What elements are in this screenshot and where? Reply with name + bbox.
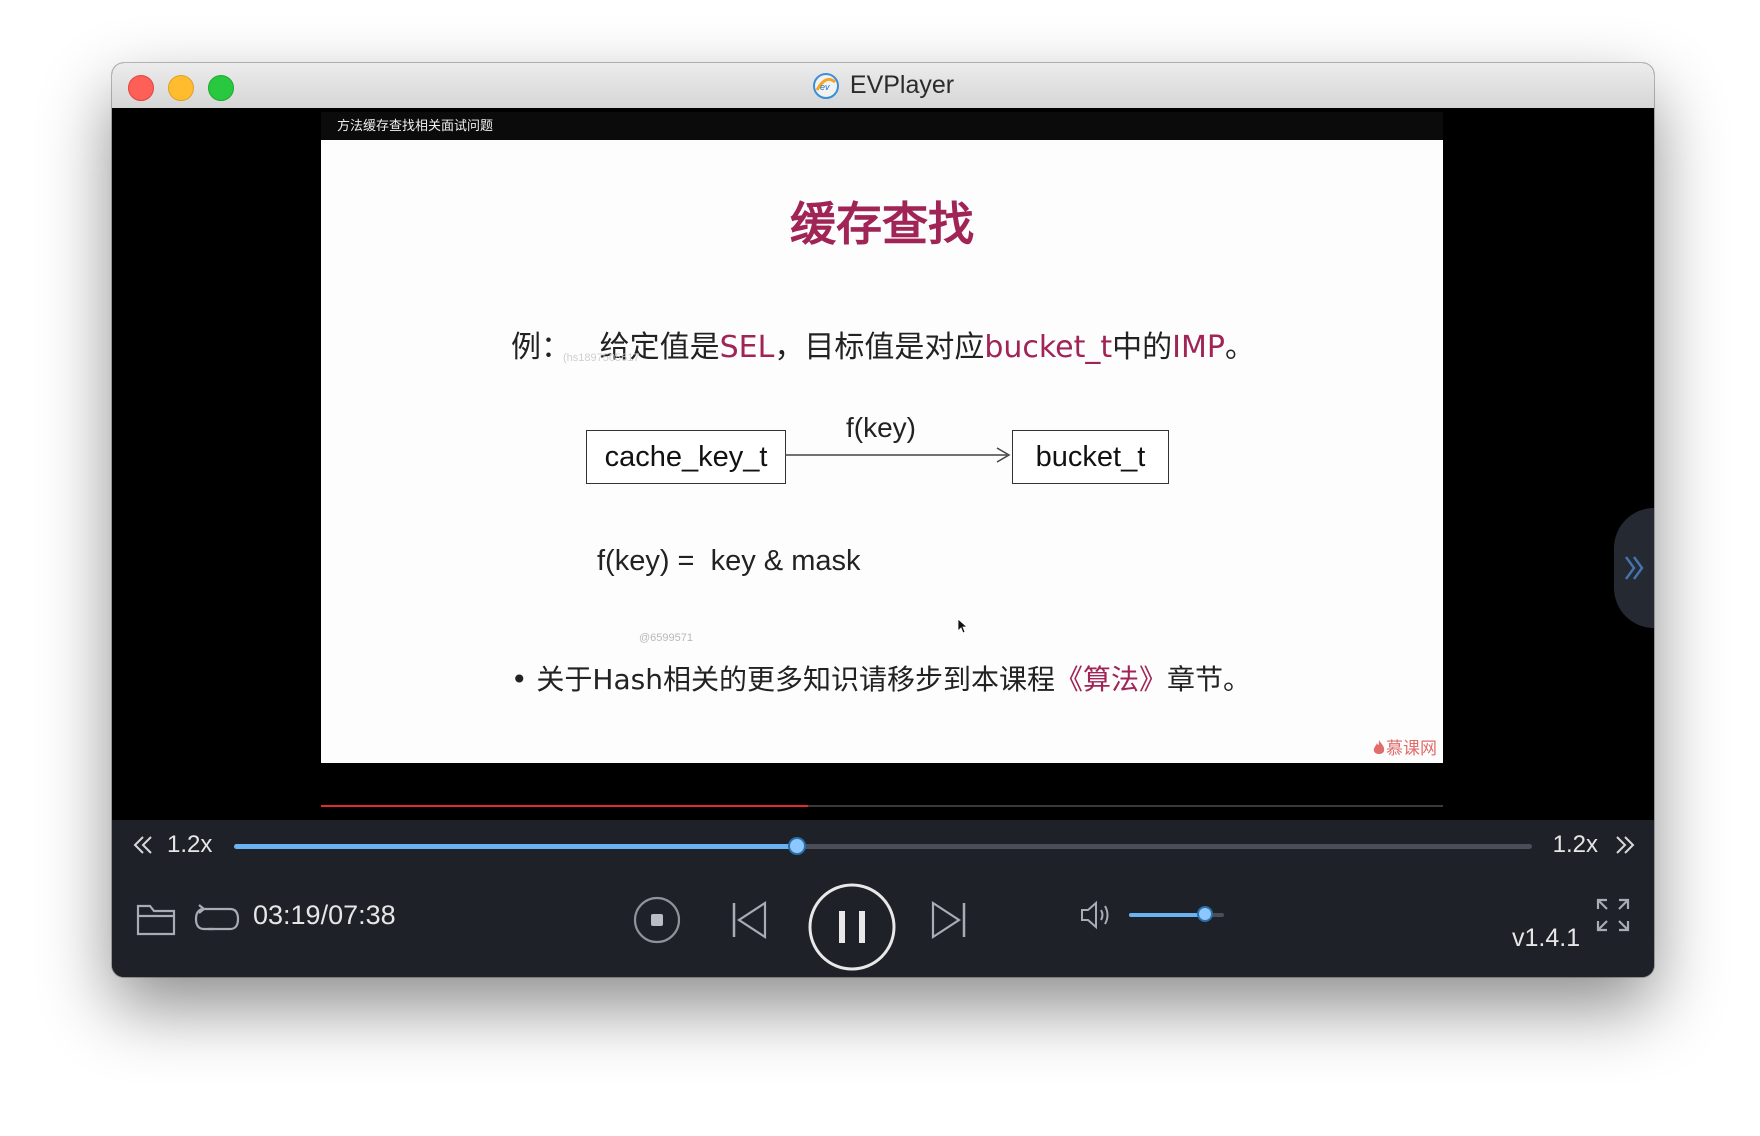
seek-bar[interactable] (234, 839, 1532, 853)
loop-icon[interactable] (194, 904, 240, 934)
player-window: ev EVPlayer 方法缓存查找相关面试问题 缓存查找 例： 给定值是SEL… (112, 63, 1654, 977)
watermark: (hs1897505617 (563, 352, 640, 364)
volume-icon[interactable] (1079, 900, 1115, 930)
speed-decrease-label[interactable]: 1.2x (167, 831, 212, 859)
bullet-text: • 关于Hash相关的更多知识请移步到本课程 (511, 663, 1055, 696)
fullscreen-icon[interactable] (1596, 898, 1630, 932)
video-area[interactable]: 方法缓存查找相关面试问题 缓存查找 例： 给定值是SEL，目标值是对应bucke… (112, 108, 1654, 820)
speed-increase-label[interactable]: 1.2x (1553, 831, 1598, 859)
pause-icon[interactable] (807, 882, 897, 972)
next-icon[interactable] (931, 900, 967, 940)
diagram-left-box: cache_key_t (586, 430, 786, 484)
diagram-arrow (785, 447, 1011, 463)
example-text-3: 中的 (1112, 330, 1173, 365)
example-imp: IMP (1172, 330, 1225, 365)
folder-icon[interactable] (136, 902, 176, 936)
example-prefix: 例： (511, 330, 571, 365)
volume-slider[interactable] (1129, 908, 1224, 920)
example-bucket: bucket_t (984, 330, 1113, 365)
example-sel: SEL (719, 330, 775, 365)
fast-forward-icon[interactable] (1614, 834, 1636, 856)
version-label: v1.4.1 (1512, 924, 1581, 952)
brand-logo: 慕课网 (1372, 734, 1437, 759)
brand-name: 慕课网 (1386, 739, 1437, 759)
expand-panel-icon (1624, 556, 1644, 580)
bullet-link: 《算法》 (1054, 663, 1167, 696)
diagram-right-box: bucket_t (1012, 430, 1169, 484)
control-bar: 1.2x 1.2x 03:19/07:38 v1.4.1 (112, 820, 1654, 977)
seek-bar-handle[interactable] (790, 839, 805, 853)
time-display: 03:19/07:38 (253, 900, 396, 930)
bullet-suffix: 章节。 (1166, 663, 1251, 696)
bullet-note: • 关于Hash相关的更多知识请移步到本课程《算法》章节。 (511, 658, 1251, 698)
watermark-id: @6599571 (639, 632, 693, 644)
window-title: EVPlayer (849, 71, 955, 99)
video-title-bar: 方法缓存查找相关面试问题 (321, 112, 1443, 140)
svg-text:ev: ev (820, 82, 830, 92)
slide: 缓存查找 例： 给定值是SEL，目标值是对应bucket_t中的IMP。 (hs… (321, 140, 1443, 763)
example-text-2: ，目标值是对应 (774, 330, 985, 365)
example-text-4: 。 (1225, 330, 1255, 365)
seek-bar-fill (234, 844, 798, 849)
rewind-icon[interactable] (132, 834, 154, 856)
video-embedded-progress (321, 805, 1443, 807)
volume-slider-handle[interactable] (1199, 908, 1211, 920)
evplayer-logo-icon: ev (812, 72, 839, 99)
volume-slider-fill (1129, 913, 1205, 917)
video-title: 方法缓存查找相关面试问题 (337, 118, 494, 133)
title-bar: ev EVPlayer (112, 63, 1654, 109)
stop-icon[interactable] (633, 896, 681, 944)
flame-icon (1373, 740, 1385, 754)
expand-panel-handle[interactable] (1614, 508, 1654, 628)
slide-title: 缓存查找 (790, 197, 974, 251)
previous-icon[interactable] (731, 900, 767, 940)
video-embedded-progress-fill (321, 805, 808, 807)
mouse-cursor-icon (957, 618, 967, 634)
formula: f(key) = key & mask (597, 545, 861, 577)
